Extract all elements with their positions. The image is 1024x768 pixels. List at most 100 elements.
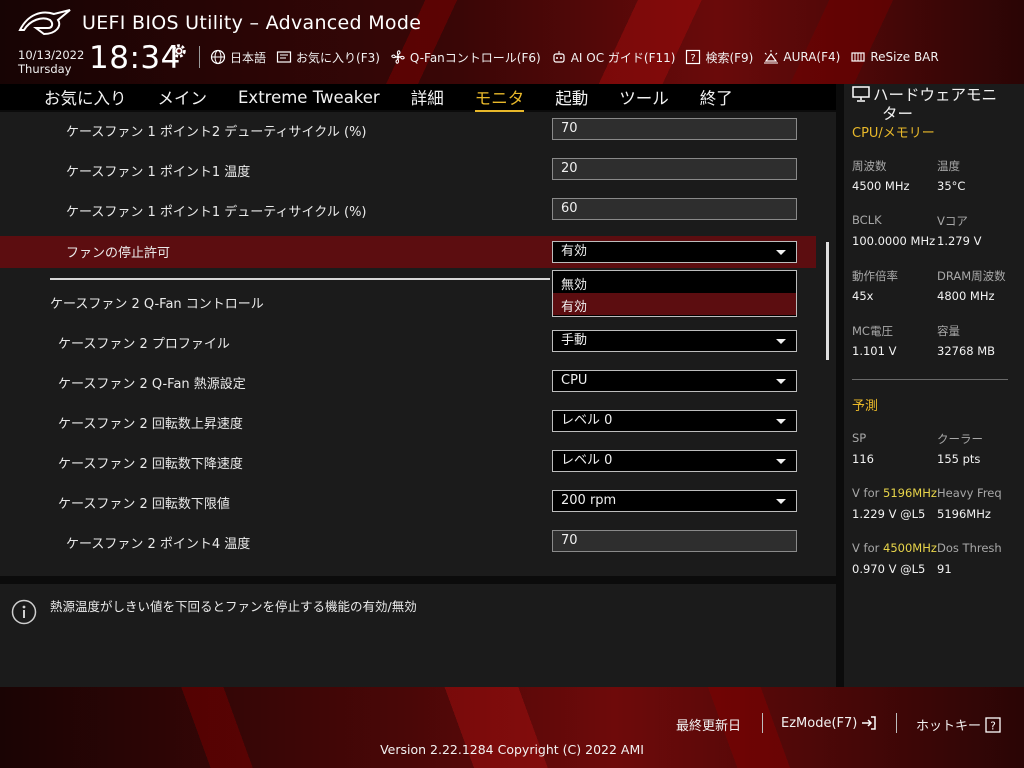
language-button[interactable]: 日本語 xyxy=(210,49,266,66)
select-value: 有効 xyxy=(561,244,588,259)
setting-label: ケースファン 1 ポイント2 デューティサイクル (%) xyxy=(66,125,367,140)
sp-value: 116 xyxy=(852,452,874,466)
dos-thresh-label: Dos Thresh xyxy=(937,541,1002,555)
select-value: レベル 0 xyxy=(561,413,613,428)
bclk-value: 100.0000 MHz xyxy=(852,234,936,248)
setting-input[interactable]: 20 xyxy=(552,158,797,180)
setting-select[interactable]: 200 rpm xyxy=(552,490,797,512)
setting-label: ケースファン 2 Q-Fan 熱源設定 xyxy=(58,377,246,392)
setting-row-selected[interactable]: ファンの停止許可 有効 xyxy=(0,236,816,268)
setting-row[interactable]: ケースファン 2 Q-Fan 熱源設定 CPU xyxy=(0,366,816,398)
setting-label: ケースファン 2 プロファイル xyxy=(58,337,230,352)
select-value: CPU xyxy=(561,373,588,388)
section-divider xyxy=(50,278,550,280)
toolbar: 日本語 お気に入り(F3) Q-Fanコントロール(F6) AI OC ガイド(… xyxy=(210,46,949,68)
search-button[interactable]: ? 検索(F9) xyxy=(685,49,753,66)
ratio-label: 動作倍率 xyxy=(852,269,898,283)
mc-voltage-value: 1.101 V xyxy=(852,344,897,358)
tab-tool[interactable]: ツール xyxy=(619,85,669,109)
help-question-icon: ? xyxy=(985,716,1001,733)
last-modified-label: 最終更新日 xyxy=(676,719,742,734)
language-label: 日本語 xyxy=(230,50,267,65)
heavy-freq-value: 5196MHz xyxy=(937,507,991,521)
capacity-value: 32768 MB xyxy=(937,344,996,358)
settings-panel: ケースファン 1 ポイント2 デューティサイクル (%) 70 ケースファン 1… xyxy=(0,112,836,576)
setting-row[interactable]: ケースファン 2 回転数下限値 200 rpm xyxy=(0,486,816,518)
ezmode-label: EzMode(F7) xyxy=(781,715,858,731)
dropdown-option-enabled[interactable]: 有効 xyxy=(553,293,796,315)
date-block: 10/13/2022 Thursday xyxy=(18,48,84,76)
help-text: 熱源温度がしきい値を下回るとファンを停止する機能の有効/無効 xyxy=(50,599,417,614)
setting-row[interactable]: ケースファン 2 プロファイル 手動 xyxy=(0,326,816,358)
favorites-icon xyxy=(276,51,292,63)
hotkey-button[interactable]: ホットキー ? xyxy=(916,715,1001,734)
cooler-label: クーラー xyxy=(937,432,983,446)
setting-input[interactable]: 60 xyxy=(552,198,797,220)
favorites-label: お気に入り(F3) xyxy=(296,50,380,65)
ratio-value: 45x xyxy=(852,289,874,303)
ai-oc-label: AI OC ガイド(F11) xyxy=(570,50,676,65)
tab-advanced[interactable]: 詳細 xyxy=(411,85,444,109)
chevron-down-icon xyxy=(776,499,786,504)
date-text: 10/13/2022 xyxy=(18,48,85,62)
select-value: 200 rpm xyxy=(561,493,617,508)
dropdown-option-disabled[interactable]: 無効 xyxy=(553,271,796,293)
sp-label: SP xyxy=(852,431,867,445)
chevron-down-icon xyxy=(776,250,786,255)
aura-button[interactable]: AURA(F4) xyxy=(763,49,840,65)
gear-icon[interactable] xyxy=(170,42,188,60)
freq-label: 周波数 xyxy=(852,159,887,173)
tab-main[interactable]: メイン xyxy=(158,85,208,109)
hw-divider xyxy=(852,379,1008,380)
tab-favorites[interactable]: お気に入り xyxy=(44,85,127,109)
setting-select[interactable]: レベル 0 xyxy=(552,450,797,472)
section-header: ケースファン 2 Q-Fan コントロール xyxy=(50,297,264,312)
setting-label: ケースファン 2 回転数上昇速度 xyxy=(58,417,243,432)
fan-stop-dropdown[interactable]: 無効 有効 xyxy=(552,270,797,317)
setting-select[interactable]: CPU xyxy=(552,370,797,392)
qfan-button[interactable]: Q-Fanコントロール(F6) xyxy=(390,49,541,66)
setting-input[interactable]: 70 xyxy=(552,530,797,552)
setting-select[interactable]: 手動 xyxy=(552,330,797,352)
svg-text:?: ? xyxy=(691,53,696,64)
vcore-label: Vコア xyxy=(937,214,968,228)
setting-label: ケースファン 1 ポイント1 デューティサイクル (%) xyxy=(66,205,367,220)
setting-label: ケースファン 2 回転数下降速度 xyxy=(58,457,243,472)
ezmode-button[interactable]: EzMode(F7) xyxy=(781,715,877,731)
ai-oc-button[interactable]: AI OC ガイド(F11) xyxy=(551,49,676,66)
cooler-value: 155 pts xyxy=(937,452,981,466)
setting-row[interactable]: ケースファン 2 ポイント4 温度 70 xyxy=(0,526,816,558)
favorites-button[interactable]: お気に入り(F3) xyxy=(276,49,380,66)
app-title: UEFI BIOS Utility – Advanced Mode xyxy=(82,12,422,34)
prediction-section: 予測 xyxy=(852,399,879,414)
last-modified-button[interactable]: 最終更新日 xyxy=(676,715,741,734)
setting-row[interactable]: ケースファン 1 ポイント2 デューティサイクル (%) 70 xyxy=(0,114,816,146)
setting-row[interactable]: ケースファン 1 ポイント1 温度 20 xyxy=(0,154,816,186)
cpu-memory-section: CPU/メモリー xyxy=(852,126,935,141)
setting-row[interactable]: ケースファン 2 回転数下降速度 レベル 0 xyxy=(0,446,816,478)
select-value: 手動 xyxy=(561,333,588,348)
scrollbar[interactable] xyxy=(826,242,829,360)
setting-input[interactable]: 70 xyxy=(552,118,797,140)
header-divider xyxy=(199,46,200,68)
resize-bar-button[interactable]: ReSize BAR xyxy=(850,49,939,65)
tab-exit[interactable]: 終了 xyxy=(700,85,733,109)
mc-voltage-label: MC電圧 xyxy=(852,324,893,338)
svg-text:?: ? xyxy=(990,720,996,732)
setting-label: ケースファン 1 ポイント1 温度 xyxy=(66,165,251,180)
chevron-down-icon xyxy=(776,379,786,384)
tab-extreme-tweaker[interactable]: Extreme Tweaker xyxy=(238,88,380,107)
hardware-monitor-title: ハードウェアモニ ター xyxy=(852,86,1022,124)
setting-row[interactable]: ケースファン 1 ポイント1 デューティサイクル (%) 60 xyxy=(0,194,816,226)
tab-boot[interactable]: 起動 xyxy=(555,85,588,109)
globe-icon xyxy=(210,49,226,65)
setting-row[interactable]: ケースファン 2 回転数上昇速度 レベル 0 xyxy=(0,406,816,438)
capacity-label: 容量 xyxy=(937,324,960,338)
v-for-5196-label: V for 5196MHz xyxy=(852,486,937,500)
fan-stop-select[interactable]: 有効 xyxy=(552,241,797,263)
ai-oc-icon xyxy=(553,51,565,63)
tab-monitor[interactable]: モニタ xyxy=(474,85,524,112)
setting-label: ケースファン 2 回転数下限値 xyxy=(58,497,230,512)
setting-select[interactable]: レベル 0 xyxy=(552,410,797,432)
footer-bar: 最終更新日 EzMode(F7) ホットキー ? Version 2.22.12… xyxy=(0,687,1024,768)
